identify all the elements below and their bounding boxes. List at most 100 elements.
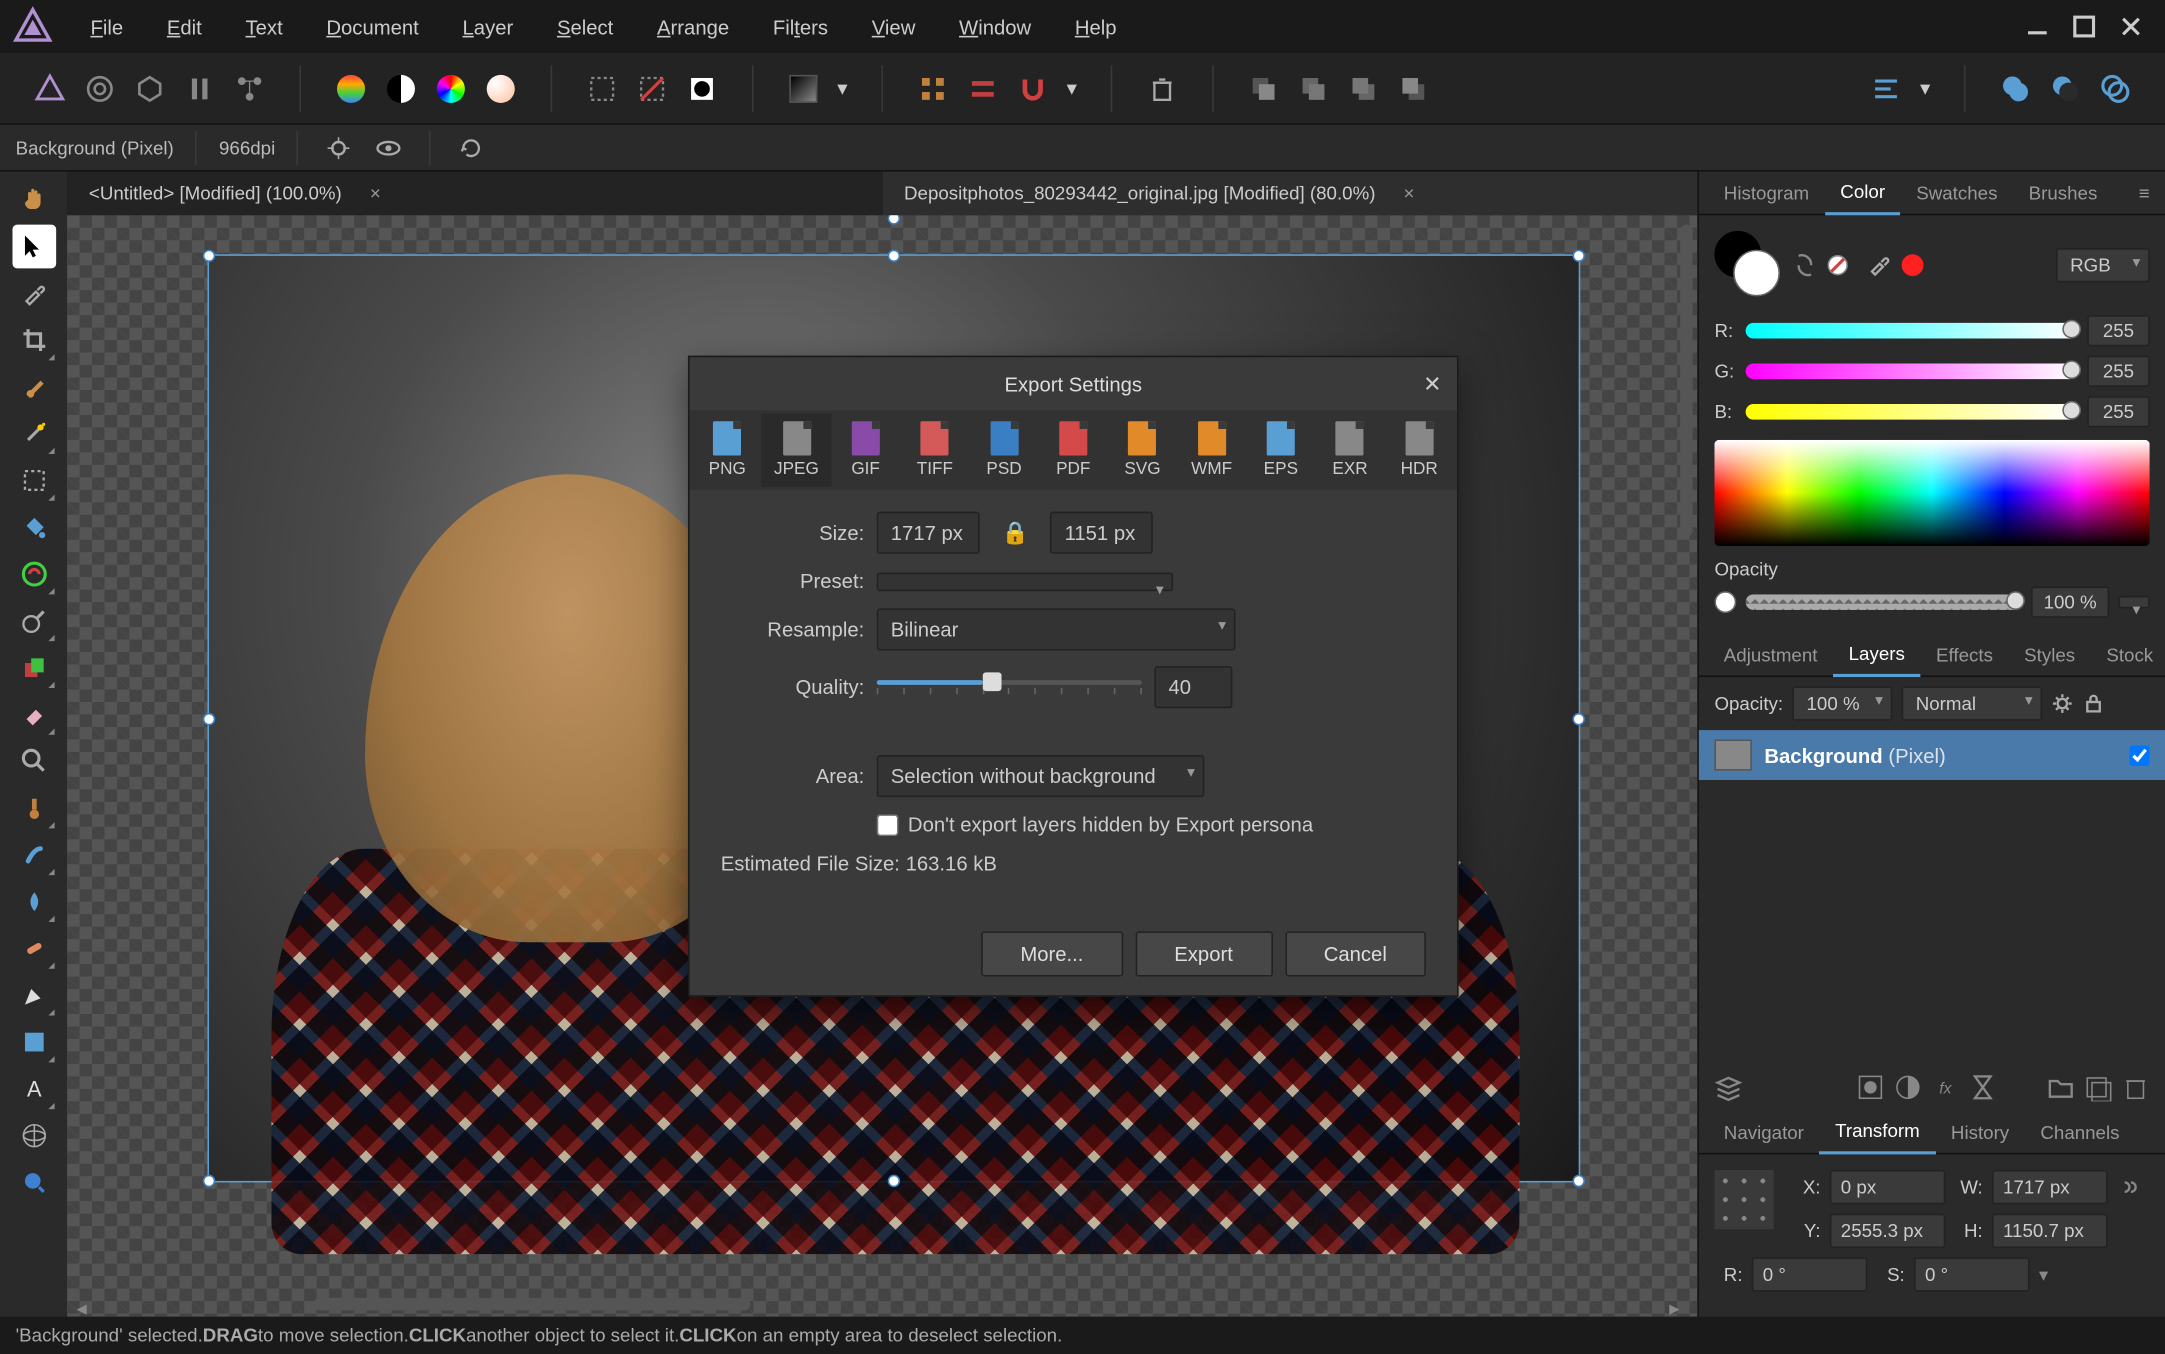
dropdown-arrow-icon[interactable]: ▾ — [1061, 66, 1083, 110]
move-tool-icon[interactable] — [12, 225, 56, 269]
boolean-add-icon[interactable] — [1994, 66, 2038, 110]
y-input[interactable] — [1830, 1214, 1945, 1248]
panel-menu-icon[interactable]: ≡ — [2132, 176, 2155, 210]
snap-magnet-icon[interactable] — [1011, 66, 1055, 110]
format-wmf[interactable]: WMF — [1177, 413, 1246, 486]
layer-item-background[interactable]: Background (Pixel) — [1699, 730, 2165, 780]
hourglass-icon[interactable] — [1969, 1073, 1997, 1101]
persona-liquify-icon[interactable] — [78, 66, 122, 110]
opacity-value[interactable]: 100 % — [2031, 587, 2109, 618]
quick-mask-icon[interactable] — [680, 66, 724, 110]
scrollbar-left-arrow[interactable]: ◂ — [76, 1296, 95, 1315]
link-wh-icon[interactable] — [2117, 1176, 2139, 1198]
menu-file[interactable]: File — [69, 15, 145, 38]
b-value[interactable]: 255 — [2087, 396, 2149, 427]
format-psd[interactable]: PSD — [969, 413, 1038, 486]
tab-channels[interactable]: Channels — [2025, 1112, 2135, 1153]
color-format-icon[interactable] — [329, 66, 373, 110]
boolean-subtract-icon[interactable] — [2044, 66, 2088, 110]
scrollbar-right-arrow[interactable]: ▸ — [1669, 1296, 1688, 1315]
zoom-tool-icon[interactable] — [12, 739, 56, 783]
tab-histogram[interactable]: Histogram — [1708, 172, 1825, 213]
pen-tool-icon[interactable] — [12, 973, 56, 1017]
b-slider[interactable] — [1746, 404, 2078, 420]
hide-layers-checkbox-input[interactable] — [877, 814, 899, 836]
tab-color[interactable]: Color — [1825, 171, 1901, 215]
delete-layer-icon[interactable] — [2122, 1073, 2150, 1101]
heal-tool-icon[interactable] — [12, 927, 56, 971]
eraser-tool-icon[interactable] — [12, 693, 56, 737]
adjustment-icon[interactable] — [1894, 1073, 1922, 1101]
menu-arrange[interactable]: Arrange — [635, 15, 751, 38]
primary-color-swatch[interactable] — [1733, 250, 1780, 297]
format-pdf[interactable]: PDF — [1039, 413, 1108, 486]
tab-navigator[interactable]: Navigator — [1708, 1112, 1819, 1153]
mask-icon[interactable] — [1856, 1073, 1884, 1101]
menu-view[interactable]: View — [850, 15, 937, 38]
selection-handle[interactable] — [888, 1175, 900, 1187]
persona-photo-icon[interactable] — [28, 66, 72, 110]
dropdown-arrow-icon[interactable]: ▾ — [831, 66, 853, 110]
scrollbar-horizontal[interactable]: ◂ ▸ — [76, 1295, 1687, 1317]
zoom2-tool-icon[interactable] — [12, 1161, 56, 1205]
x-input[interactable] — [1830, 1170, 1945, 1204]
swap-colors-icon[interactable] — [1792, 253, 1817, 278]
quality-value-input[interactable] — [1154, 666, 1232, 708]
opacity-dropdown[interactable] — [2118, 596, 2149, 608]
order-front-icon[interactable] — [1392, 66, 1436, 110]
align-dropdown-icon[interactable] — [1864, 66, 1908, 110]
format-jpeg[interactable]: JPEG — [762, 413, 831, 486]
blur-tool-icon[interactable] — [12, 880, 56, 924]
r-value[interactable]: 255 — [2087, 315, 2149, 346]
r-slider[interactable] — [1746, 323, 2078, 339]
selection-handle[interactable] — [888, 250, 900, 262]
quality-slider-thumb[interactable] — [983, 672, 1002, 691]
order-back-icon[interactable] — [1242, 66, 1286, 110]
opacity-slider[interactable] — [1746, 594, 2022, 610]
scrollbar-thumb[interactable] — [1680, 225, 1692, 537]
gear-icon[interactable] — [2051, 693, 2073, 715]
format-tiff[interactable]: TIFF — [900, 413, 969, 486]
menu-edit[interactable]: Edit — [145, 15, 224, 38]
inpaint-tool-icon[interactable] — [12, 786, 56, 830]
target-icon[interactable] — [320, 129, 357, 166]
export-button[interactable]: Export — [1135, 931, 1272, 976]
color-wheel-icon[interactable] — [429, 66, 473, 110]
boolean-intersect-icon[interactable] — [2094, 66, 2138, 110]
cancel-button[interactable]: Cancel — [1285, 931, 1426, 976]
menu-text[interactable]: Text — [224, 15, 305, 38]
tab-styles[interactable]: Styles — [2009, 634, 2091, 675]
resample-dropdown[interactable]: Bilinear — [877, 608, 1236, 650]
tab-brushes[interactable]: Brushes — [2013, 172, 2113, 213]
fill-tool-icon[interactable] — [12, 505, 56, 549]
tab-close-icon[interactable]: × — [370, 183, 381, 205]
size-width-input[interactable] — [877, 512, 980, 554]
format-svg[interactable]: SVG — [1108, 413, 1177, 486]
dropdown-arrow-icon[interactable]: ▾ — [1914, 66, 1936, 110]
dodge-tool-icon[interactable] — [12, 599, 56, 643]
arrange-grid-icon[interactable] — [911, 66, 955, 110]
current-color-dot[interactable] — [1902, 254, 1924, 276]
persona-develop-icon[interactable] — [128, 66, 172, 110]
scrollbar-thumb[interactable] — [314, 1298, 751, 1310]
wand-tool-icon[interactable] — [12, 412, 56, 456]
w-input[interactable] — [1992, 1170, 2107, 1204]
format-exr[interactable]: EXR — [1315, 413, 1384, 486]
color-spectrum[interactable] — [1714, 440, 2149, 546]
menu-document[interactable]: Document — [305, 15, 441, 38]
selection-handle[interactable] — [1572, 1175, 1584, 1187]
clone-tool-icon[interactable] — [12, 646, 56, 690]
anchor-selector[interactable] — [1714, 1170, 1773, 1229]
area-dropdown[interactable]: Selection without background — [877, 755, 1205, 797]
selection-handle[interactable] — [203, 712, 215, 724]
soft-proof-icon[interactable] — [479, 66, 523, 110]
more-button[interactable]: More... — [981, 931, 1122, 976]
tab-swatches[interactable]: Swatches — [1901, 172, 2013, 213]
dropdown-arrow-icon[interactable]: ▾ — [2039, 1264, 2061, 1286]
r-input[interactable] — [1752, 1257, 1867, 1291]
selection-handle[interactable] — [203, 1175, 215, 1187]
layer-visibility-checkbox[interactable] — [2129, 745, 2149, 765]
tab-close-icon[interactable]: × — [1404, 183, 1415, 205]
refresh-icon[interactable] — [453, 129, 490, 166]
window-maximize-button[interactable] — [2072, 14, 2097, 39]
